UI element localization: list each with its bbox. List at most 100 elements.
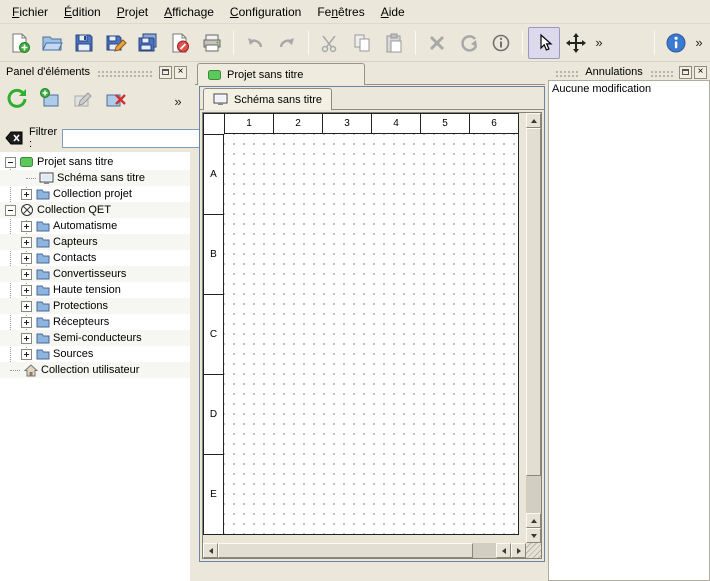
scroll-left-button-right[interactable] — [496, 543, 511, 558]
horizontal-scroll-thumb[interactable] — [218, 543, 473, 558]
vertical-scroll-thumb[interactable] — [526, 128, 541, 476]
clear-filter-icon[interactable] — [4, 130, 24, 146]
expand-expander-icon[interactable] — [21, 285, 32, 296]
tab-schema-sans-titre[interactable]: Schéma sans titre — [203, 88, 332, 110]
rotate-button[interactable] — [453, 27, 485, 59]
menu-configuration[interactable]: Configuration — [222, 2, 309, 22]
edit-element-button[interactable] — [68, 83, 98, 113]
scroll-down-button[interactable] — [526, 528, 541, 543]
tree-item-protections[interactable]: Protections — [0, 298, 190, 314]
tree-item-collection-utilisateur[interactable]: Collection utilisateur — [0, 362, 190, 378]
expand-expander-icon[interactable] — [21, 221, 32, 232]
tree-item-automatisme[interactable]: Automatisme — [0, 218, 190, 234]
horizontal-scrollbar[interactable] — [203, 543, 526, 558]
tab-projet-sans-titre[interactable]: Projet sans titre — [197, 63, 365, 85]
expand-expander-icon[interactable] — [21, 269, 32, 280]
tree-item-capteurs[interactable]: Capteurs — [0, 234, 190, 250]
tree-item-recepteurs[interactable]: Récepteurs — [0, 314, 190, 330]
print-button[interactable] — [196, 27, 228, 59]
undo-history-list[interactable]: Aucune modification — [548, 80, 710, 581]
float-dock-button[interactable] — [679, 66, 692, 79]
paste-button[interactable] — [378, 27, 410, 59]
diagram-sheet[interactable]: 1 2 3 4 5 6 A B C D E — [203, 113, 519, 535]
save-all-button[interactable] — [132, 27, 164, 59]
expand-expander-icon[interactable] — [21, 189, 32, 200]
element-infos-button[interactable] — [485, 27, 517, 59]
delete-element-button[interactable] — [101, 83, 131, 113]
menu-edition[interactable]: Édition — [56, 2, 109, 22]
dock-grip[interactable] — [97, 70, 153, 78]
close-project-icon — [169, 32, 191, 54]
undo-panel-titlebar[interactable]: Annulations × — [548, 64, 710, 80]
expand-expander-icon[interactable] — [21, 237, 32, 248]
save-as-button[interactable] — [100, 27, 132, 59]
expand-expander-icon[interactable] — [21, 349, 32, 360]
close-dock-button[interactable]: × — [174, 66, 187, 79]
tree-item-haute-tension[interactable]: Haute tension — [0, 282, 190, 298]
save-icon — [73, 32, 95, 54]
tree-item-project[interactable]: Projet sans titre — [0, 154, 190, 170]
menu-bar: Fichier Édition Projet Affichage Configu… — [0, 0, 710, 24]
about-qet-button[interactable] — [660, 27, 692, 59]
redo-button[interactable] — [271, 27, 303, 59]
elements-panel-dock: Panel d'éléments × » Filtrer : Projet — [0, 64, 190, 581]
copy-button[interactable] — [346, 27, 378, 59]
menu-aide[interactable]: Aide — [373, 2, 413, 22]
folder-icon — [35, 268, 50, 281]
scroll-right-button[interactable] — [511, 543, 526, 558]
float-icon — [162, 69, 169, 75]
undo-button[interactable] — [239, 27, 271, 59]
expand-expander-icon[interactable] — [21, 333, 32, 344]
scroll-up-button-bottom[interactable] — [526, 513, 541, 528]
collapse-expander-icon[interactable] — [5, 205, 16, 216]
reload-icon — [5, 86, 29, 110]
diagram-view[interactable]: 1 2 3 4 5 6 A B C D E — [202, 112, 542, 559]
project-tab-icon — [208, 70, 221, 80]
open-project-button[interactable] — [36, 27, 68, 59]
row-header: A — [204, 134, 224, 214]
panel-overflow-button[interactable]: » — [171, 94, 185, 109]
toolbar-extension-button[interactable]: » — [692, 35, 706, 50]
expand-expander-icon[interactable] — [21, 301, 32, 312]
menu-fichier[interactable]: Fichier — [4, 2, 56, 22]
float-icon — [682, 69, 689, 75]
column-header: 2 — [273, 114, 322, 134]
mdi-area: Projet sans titre Schéma sans titre 1 2 … — [195, 62, 545, 581]
tree-item-collection-qet[interactable]: Collection QET — [0, 202, 190, 218]
tree-item-convertisseurs[interactable]: Convertisseurs — [0, 266, 190, 282]
close-project-button[interactable] — [164, 27, 196, 59]
project-icon — [19, 156, 34, 169]
select-mode-button[interactable] — [528, 27, 560, 59]
save-button[interactable] — [68, 27, 100, 59]
toolbar-overflow-button[interactable]: » — [592, 35, 606, 50]
menu-affichage[interactable]: Affichage — [156, 2, 222, 22]
new-document-button[interactable] — [4, 27, 36, 59]
move-mode-button[interactable] — [560, 27, 592, 59]
tree-item-schema[interactable]: Schéma sans titre — [0, 170, 190, 186]
close-dock-button[interactable]: × — [694, 66, 707, 79]
menu-fenetres[interactable]: Fenêtres — [309, 2, 372, 22]
expand-expander-icon[interactable] — [21, 317, 32, 328]
new-element-button[interactable] — [35, 83, 65, 113]
elements-panel-titlebar[interactable]: Panel d'éléments × — [0, 64, 190, 80]
folder-icon — [35, 236, 50, 249]
dock-grip[interactable] — [555, 70, 578, 78]
collapse-expander-icon[interactable] — [5, 157, 16, 168]
dock-grip[interactable] — [650, 70, 673, 78]
filter-input[interactable] — [62, 129, 210, 148]
float-dock-button[interactable] — [159, 66, 172, 79]
menu-projet[interactable]: Projet — [109, 2, 156, 22]
reload-collections-button[interactable] — [2, 83, 32, 113]
tree-item-collection-projet[interactable]: Collection projet — [0, 186, 190, 202]
scroll-left-button[interactable] — [203, 543, 218, 558]
delete-button[interactable] — [421, 27, 453, 59]
vertical-scrollbar[interactable] — [526, 113, 541, 543]
scroll-up-button[interactable] — [526, 113, 541, 128]
tree-item-sources[interactable]: Sources — [0, 346, 190, 362]
resize-grip[interactable] — [526, 543, 541, 558]
tree-item-semi-conducteurs[interactable]: Semi-conducteurs — [0, 330, 190, 346]
tree-item-contacts[interactable]: Contacts — [0, 250, 190, 266]
expand-expander-icon[interactable] — [21, 253, 32, 264]
diagram-grid-paper[interactable] — [224, 134, 518, 534]
cut-button[interactable] — [314, 27, 346, 59]
